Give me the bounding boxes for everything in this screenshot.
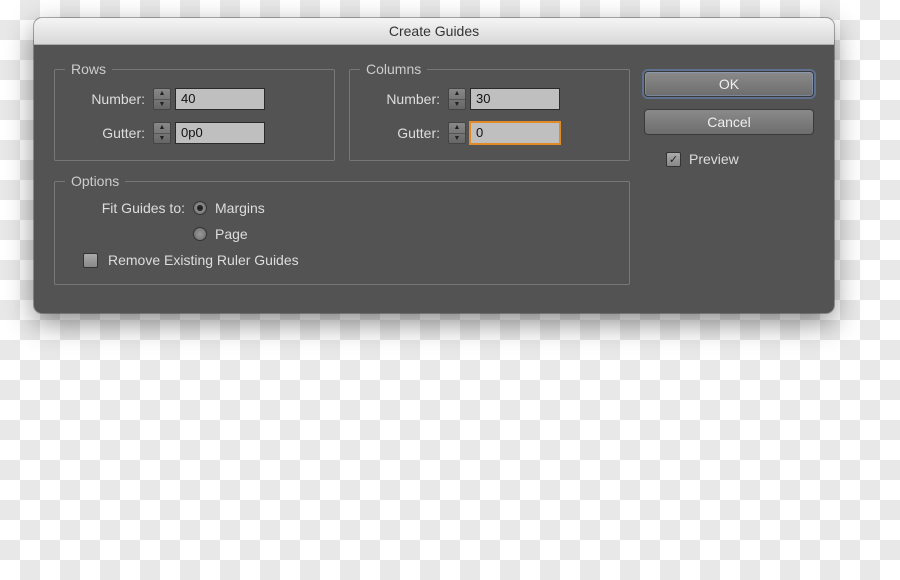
remove-guides-checkbox[interactable] [83, 253, 98, 268]
columns-gutter-stepper[interactable]: ▲▼ [448, 122, 466, 144]
left-column: Rows Number: ▲▼ 40 Gutter: ▲▼ 0p0 Column… [54, 69, 630, 285]
rows-number-label: Number: [67, 91, 149, 107]
remove-guides-label: Remove Existing Ruler Guides [108, 252, 299, 268]
fit-margins-row: Fit Guides to: Margins [67, 200, 617, 216]
right-column: OK Cancel ✓ Preview [644, 69, 814, 285]
rows-number-row: Number: ▲▼ 40 [67, 88, 322, 110]
fit-page-radio[interactable] [193, 227, 207, 241]
fit-page-label: Page [215, 226, 248, 242]
rows-gutter-label: Gutter: [67, 125, 149, 141]
columns-number-input[interactable]: 30 [470, 88, 560, 110]
cancel-button[interactable]: Cancel [644, 109, 814, 135]
columns-number-stepper[interactable]: ▲▼ [448, 88, 466, 110]
dialog-content: Rows Number: ▲▼ 40 Gutter: ▲▼ 0p0 Column… [34, 45, 834, 313]
columns-gutter-input[interactable]: 0 [470, 122, 560, 144]
options-group: Options Fit Guides to: Margins Page Remo… [54, 181, 630, 285]
preview-checkbox[interactable]: ✓ [666, 152, 681, 167]
preview-label: Preview [689, 151, 739, 167]
columns-number-label: Number: [362, 91, 444, 107]
rows-number-input[interactable]: 40 [175, 88, 265, 110]
columns-gutter-label: Gutter: [362, 125, 444, 141]
rows-number-stepper[interactable]: ▲▼ [153, 88, 171, 110]
rows-legend: Rows [65, 61, 112, 77]
fit-margins-radio[interactable] [193, 201, 207, 215]
ok-button[interactable]: OK [644, 71, 814, 97]
rows-group: Rows Number: ▲▼ 40 Gutter: ▲▼ 0p0 [54, 69, 335, 161]
fit-page-row: Page [193, 226, 617, 242]
columns-number-row: Number: ▲▼ 30 [362, 88, 617, 110]
columns-legend: Columns [360, 61, 427, 77]
columns-gutter-row: Gutter: ▲▼ 0 [362, 122, 617, 144]
rows-gutter-row: Gutter: ▲▼ 0p0 [67, 122, 322, 144]
dialog-title: Create Guides [34, 18, 834, 45]
top-row: Rows Number: ▲▼ 40 Gutter: ▲▼ 0p0 Column… [54, 69, 630, 161]
create-guides-dialog: Create Guides Rows Number: ▲▼ 40 Gutter:… [34, 18, 834, 313]
fit-guides-label: Fit Guides to: [67, 200, 185, 216]
rows-gutter-input[interactable]: 0p0 [175, 122, 265, 144]
rows-gutter-stepper[interactable]: ▲▼ [153, 122, 171, 144]
remove-guides-row: Remove Existing Ruler Guides [83, 252, 617, 268]
fit-margins-label: Margins [215, 200, 265, 216]
preview-row: ✓ Preview [644, 151, 814, 167]
options-legend: Options [65, 173, 125, 189]
columns-group: Columns Number: ▲▼ 30 Gutter: ▲▼ 0 [349, 69, 630, 161]
